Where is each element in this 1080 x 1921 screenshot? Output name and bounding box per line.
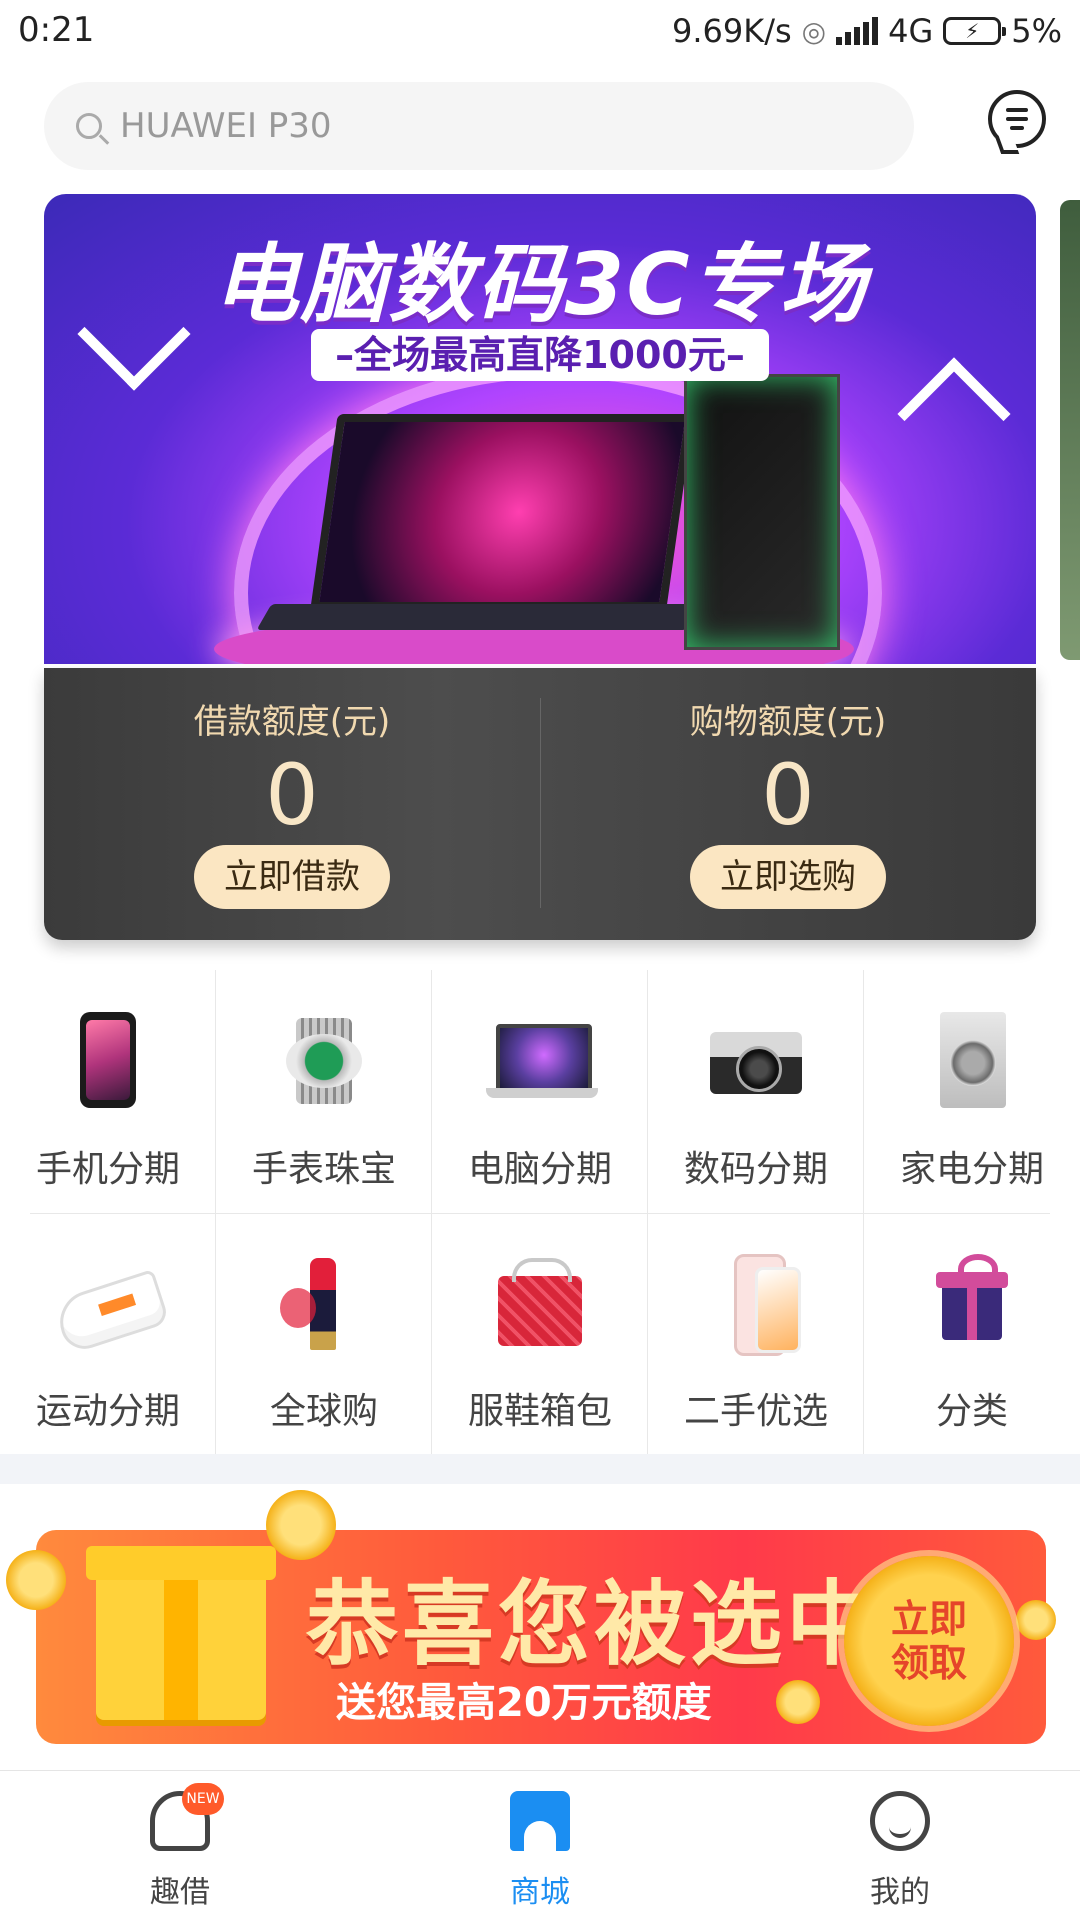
- store-icon: [510, 1791, 570, 1851]
- next-banner-peek: [1060, 200, 1080, 660]
- tab-borrow[interactable]: NEW 趣借: [0, 1771, 360, 1921]
- category-label: 全球购: [269, 1391, 378, 1432]
- tab-label: 商城: [510, 1875, 570, 1910]
- handbag-icon: [498, 1258, 582, 1346]
- loan-limit-label: 借款额度(元): [193, 702, 391, 742]
- loan-limit-section: 借款额度(元) 0 立即借款: [44, 694, 540, 909]
- category-phone[interactable]: 手机分期: [0, 970, 216, 1212]
- category-computer[interactable]: 电脑分期: [432, 970, 648, 1212]
- category-apparel-bags[interactable]: 服鞋箱包: [432, 1212, 648, 1454]
- battery-percent: 5%: [1011, 12, 1062, 50]
- status-time: 0:21: [18, 10, 95, 50]
- lipstick-icon: [280, 1258, 336, 1350]
- network-type: 4G: [888, 12, 934, 50]
- category-sports[interactable]: 运动分期: [0, 1212, 216, 1454]
- promo-title: 恭喜您被选中!: [306, 1571, 928, 1678]
- category-all[interactable]: 分类: [864, 1212, 1080, 1454]
- shopping-limit-value: 0: [761, 746, 815, 844]
- battery-icon: ⚡: [943, 17, 1007, 45]
- category-label: 手机分期: [35, 1149, 180, 1190]
- banner-laptop-image: [256, 414, 702, 634]
- category-global[interactable]: 全球购: [216, 1212, 432, 1454]
- loan-limit-value: 0: [265, 746, 319, 844]
- category-label: 电脑分期: [467, 1149, 612, 1190]
- washer-icon: [940, 1012, 1006, 1108]
- category-label: 二手优选: [683, 1391, 828, 1432]
- coin-decoration: [1016, 1600, 1056, 1640]
- watch-icon: [286, 1018, 362, 1104]
- tab-me[interactable]: 我的: [720, 1771, 1080, 1921]
- category-secondhand[interactable]: 二手优选: [648, 1212, 864, 1454]
- category-digital[interactable]: 数码分期: [648, 970, 864, 1212]
- shopping-limit-label: 购物额度(元): [689, 702, 887, 742]
- search-icon: [76, 113, 102, 139]
- credit-limit-card: 借款额度(元) 0 立即借款 购物额度(元) 0 立即选购: [44, 668, 1036, 940]
- tab-label: 趣借: [150, 1875, 210, 1910]
- shop-now-button[interactable]: 立即选购: [690, 845, 886, 909]
- camera-icon: [710, 1032, 802, 1094]
- category-label: 数码分期: [683, 1149, 828, 1190]
- status-bar: 0:21 9.69K/s ◎ 4G ⚡ 5%: [0, 0, 1080, 62]
- bottom-tab-bar: NEW 趣借 商城 我的: [0, 1770, 1080, 1921]
- tab-label: 我的: [870, 1875, 930, 1910]
- message-icon[interactable]: [988, 90, 1046, 148]
- selected-promo-banner[interactable]: 恭喜您被选中! 送您最高20万元额度 立即领取: [6, 1490, 1056, 1744]
- banner-pc-tower-image: [684, 374, 840, 650]
- new-badge: NEW: [182, 1783, 224, 1815]
- laptop-icon: [486, 1024, 598, 1098]
- banner-title: 电脑数码3C专场: [212, 235, 868, 335]
- iphone-icon: [734, 1254, 801, 1356]
- category-grid: 手机分期 手表珠宝 电脑分期 数码分期 家电分期 运动分期 全球购 服鞋箱包 二…: [0, 970, 1080, 1454]
- banner-subtitle: –全场最高直降1000元–: [44, 324, 1036, 381]
- category-appliance[interactable]: 家电分期: [864, 970, 1080, 1212]
- user-face-icon: [870, 1791, 930, 1851]
- borrow-now-button[interactable]: 立即借款: [194, 845, 390, 909]
- coin-decoration: [776, 1680, 820, 1724]
- signal-icon: [836, 17, 879, 45]
- search-input[interactable]: HUAWEI P30: [120, 106, 332, 146]
- category-label: 家电分期: [899, 1149, 1044, 1190]
- net-speed: 9.69K/s: [671, 12, 792, 50]
- promo-carousel-banner[interactable]: 电脑数码3C专场 –全场最高直降1000元–: [44, 194, 1036, 664]
- section-gap: [0, 1454, 1080, 1484]
- claim-now-button[interactable]: 立即领取: [844, 1556, 1014, 1726]
- category-label: 服鞋箱包: [467, 1391, 612, 1432]
- shopping-limit-section: 购物额度(元) 0 立即选购: [540, 694, 1036, 909]
- category-watch-jewelry[interactable]: 手表珠宝: [216, 970, 432, 1212]
- search-bar[interactable]: HUAWEI P30: [44, 82, 914, 170]
- category-label: 运动分期: [35, 1391, 180, 1432]
- gift-icon: [936, 1254, 1008, 1340]
- coin-decoration: [6, 1550, 66, 1610]
- grid-row-divider: [30, 1213, 1050, 1214]
- sneaker-icon: [51, 1268, 171, 1356]
- hotspot-icon: ◎: [801, 14, 827, 48]
- phone-icon: [80, 1012, 136, 1108]
- status-right: 9.69K/s ◎ 4G ⚡ 5%: [672, 10, 1062, 52]
- category-label: 分类: [935, 1391, 1008, 1432]
- promo-subtitle: 送您最高20万元额度: [336, 1680, 712, 1726]
- gift-box-icon: [86, 1546, 276, 1720]
- tab-mall[interactable]: 商城: [360, 1771, 720, 1921]
- category-label: 手表珠宝: [251, 1149, 396, 1190]
